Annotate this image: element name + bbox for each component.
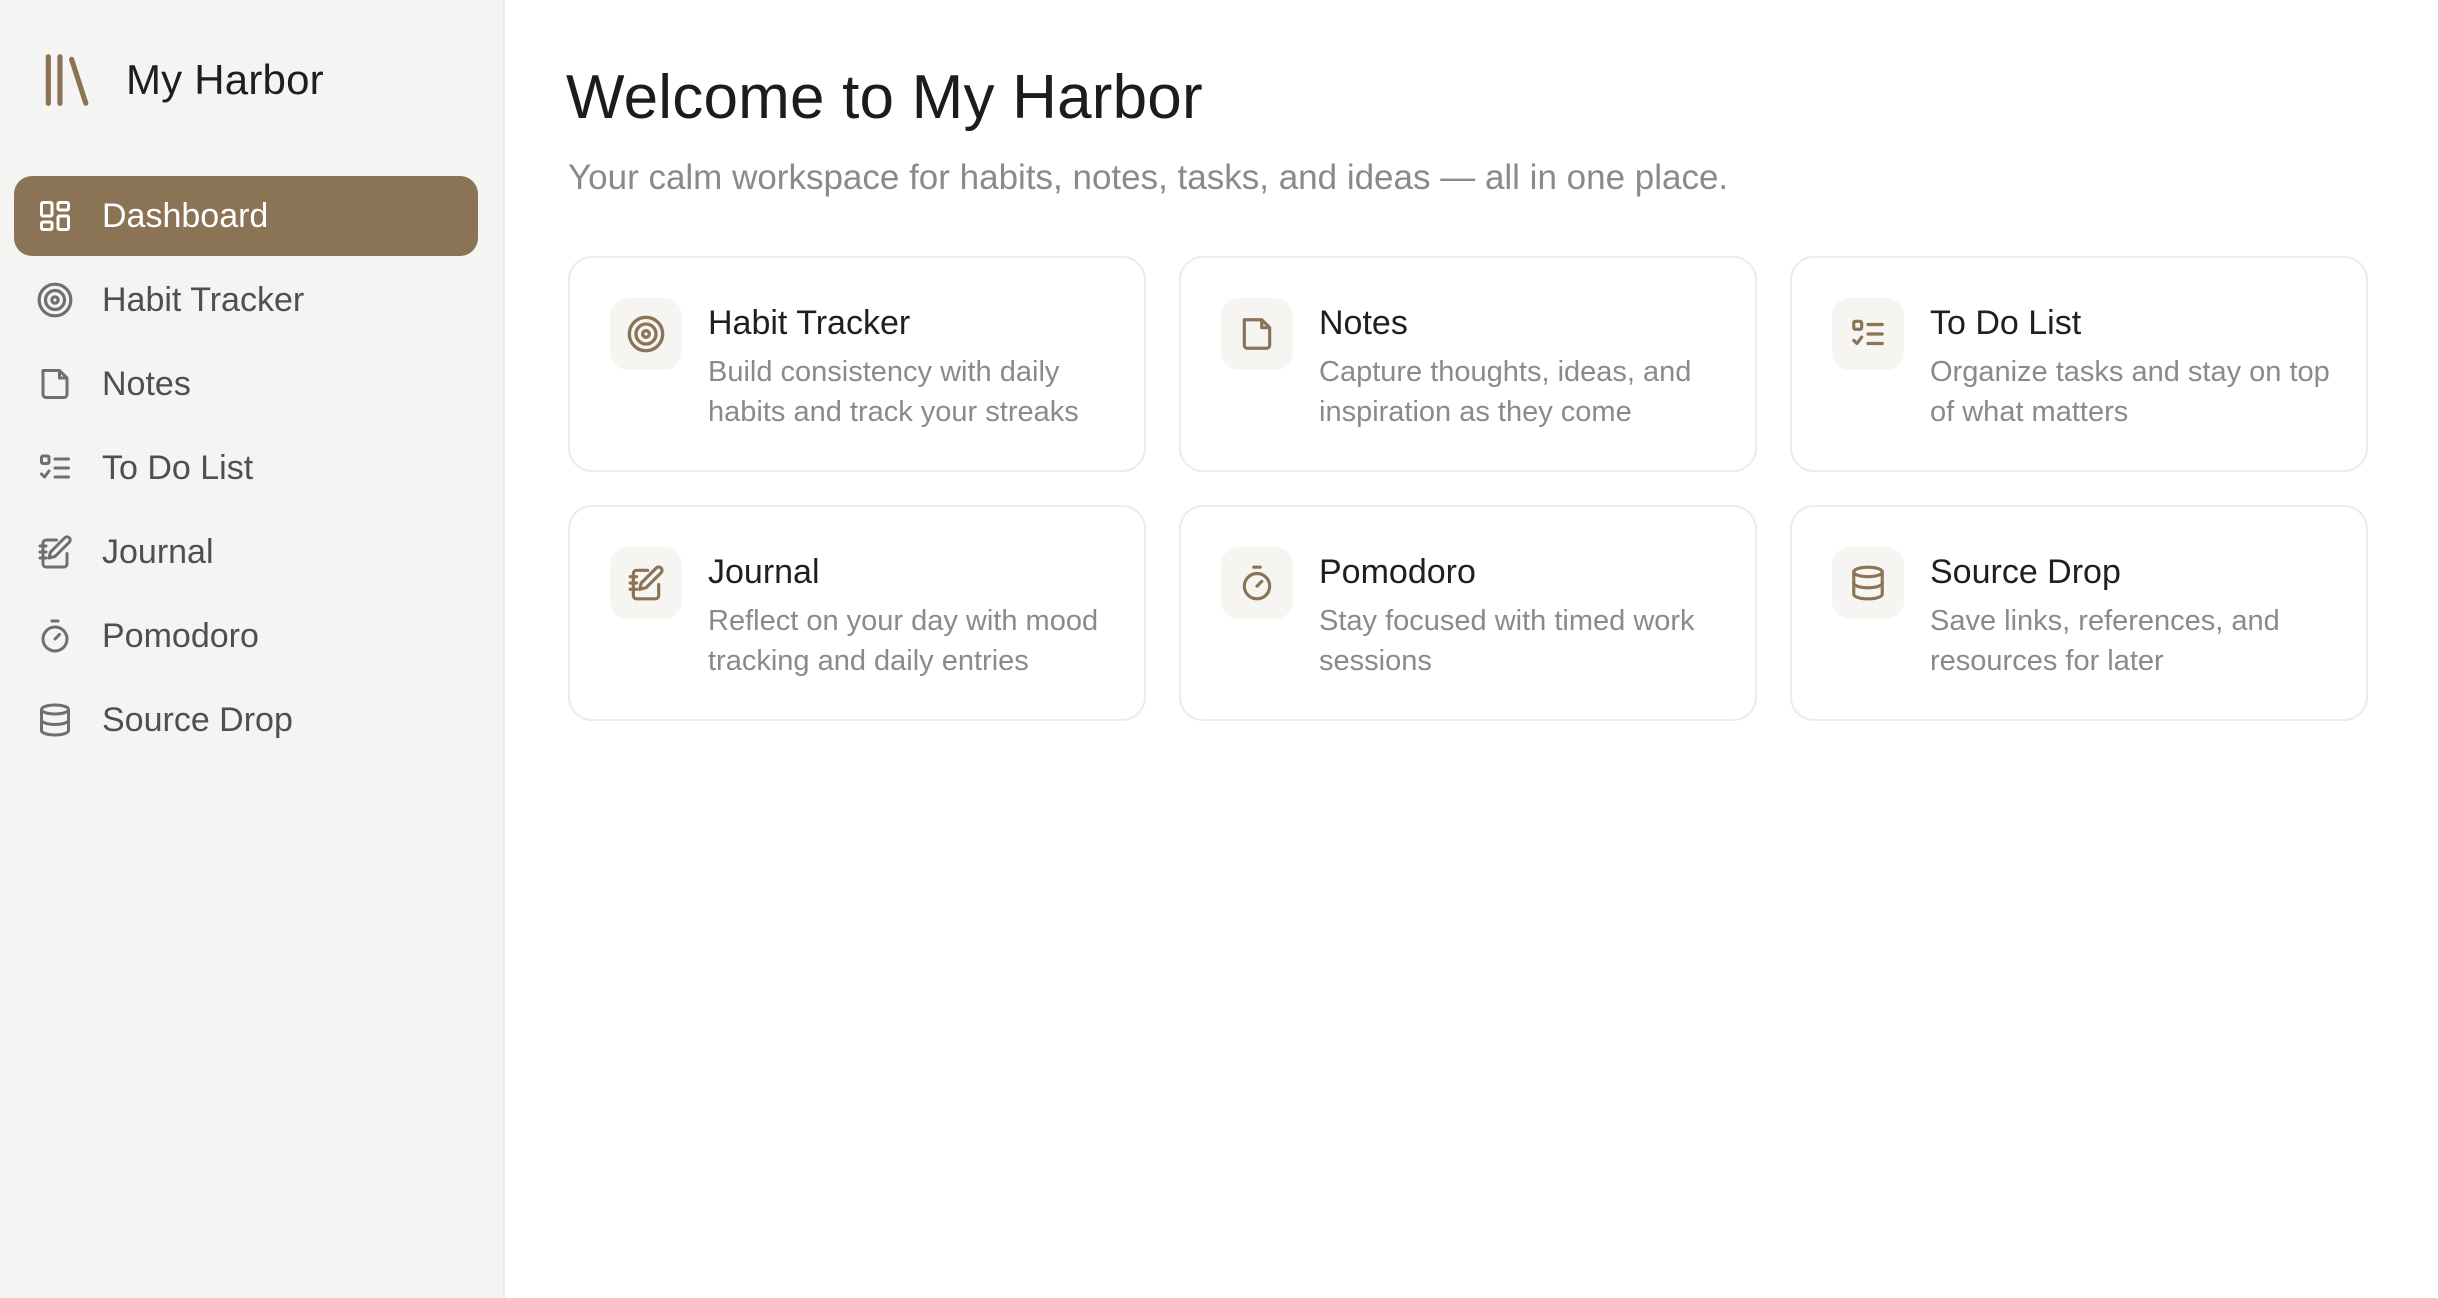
sidebar-item-label: Dashboard xyxy=(102,196,269,235)
card-title: Pomodoro xyxy=(1319,553,1476,591)
note-icon xyxy=(1221,298,1293,370)
sidebar-item-notes[interactable]: Notes xyxy=(14,344,478,424)
sidebar-item-label: Habit Tracker xyxy=(102,280,305,319)
card-description: Capture thoughts, ideas, and inspiration… xyxy=(1319,356,1692,428)
card-description: Organize tasks and stay on top of what m… xyxy=(1930,356,2330,428)
note-icon xyxy=(36,365,74,403)
library-icon xyxy=(36,47,102,113)
notebook-pen-icon xyxy=(36,533,74,571)
card-habit-tracker[interactable]: Habit Tracker Build consistency with dai… xyxy=(568,256,1146,472)
sidebar-item-label: Pomodoro xyxy=(102,616,259,655)
card-notes[interactable]: Notes Capture thoughts, ideas, and inspi… xyxy=(1179,256,1757,472)
app-title: My Harbor xyxy=(126,56,324,103)
target-icon xyxy=(36,281,74,319)
timer-icon xyxy=(36,617,74,655)
card-pomodoro[interactable]: Pomodoro Stay focused with timed work se… xyxy=(1179,505,1757,721)
page-title: Welcome to My Harbor xyxy=(566,63,1203,132)
sidebar-item-habit-tracker[interactable]: Habit Tracker xyxy=(14,260,478,340)
sidebar-item-to-do-list[interactable]: To Do List xyxy=(14,428,478,508)
sidebar-item-label: Source Drop xyxy=(102,700,293,739)
checklist-icon xyxy=(36,449,74,487)
target-icon xyxy=(610,298,682,370)
feature-card-grid: Habit Tracker Build consistency with dai… xyxy=(568,256,2368,721)
sidebar-item-label: Notes xyxy=(102,364,191,403)
card-title: Notes xyxy=(1319,304,1408,342)
card-description: Reflect on your day with mood tracking a… xyxy=(708,605,1099,677)
sidebar-item-journal[interactable]: Journal xyxy=(14,512,478,592)
sidebar-item-dashboard[interactable]: Dashboard xyxy=(14,176,478,256)
sidebar-item-label: Journal xyxy=(102,532,214,571)
card-title: Journal xyxy=(708,553,820,591)
card-title: Source Drop xyxy=(1930,553,2121,591)
sidebar-item-pomodoro[interactable]: Pomodoro xyxy=(14,596,478,676)
card-description: Stay focused with timed work sessions xyxy=(1319,605,1695,677)
page-subtitle: Your calm workspace for habits, notes, t… xyxy=(568,158,1729,197)
card-title: Habit Tracker xyxy=(708,304,911,342)
card-description: Build consistency with daily habits and … xyxy=(708,356,1079,428)
app-root: My Harbor Dashboard Habit Tracker Notes … xyxy=(0,0,2438,1298)
card-description: Save links, references, and resources fo… xyxy=(1930,605,2280,677)
main-content: Welcome to My Harbor Your calm workspace… xyxy=(505,0,2438,1298)
sidebar: My Harbor Dashboard Habit Tracker Notes … xyxy=(0,0,505,1298)
card-to-do-list[interactable]: To Do List Organize tasks and stay on to… xyxy=(1790,256,2368,472)
brand[interactable]: My Harbor xyxy=(36,44,324,116)
timer-icon xyxy=(1221,547,1293,619)
sidebar-nav: Dashboard Habit Tracker Notes To Do List… xyxy=(14,176,478,764)
database-icon xyxy=(1832,547,1904,619)
notebook-pen-icon xyxy=(610,547,682,619)
card-source-drop[interactable]: Source Drop Save links, references, and … xyxy=(1790,505,2368,721)
card-journal[interactable]: Journal Reflect on your day with mood tr… xyxy=(568,505,1146,721)
sidebar-item-source-drop[interactable]: Source Drop xyxy=(14,680,478,760)
checklist-icon xyxy=(1832,298,1904,370)
database-icon xyxy=(36,701,74,739)
sidebar-item-label: To Do List xyxy=(102,448,254,487)
dashboard-grid-icon xyxy=(36,197,74,235)
card-title: To Do List xyxy=(1930,304,2082,342)
